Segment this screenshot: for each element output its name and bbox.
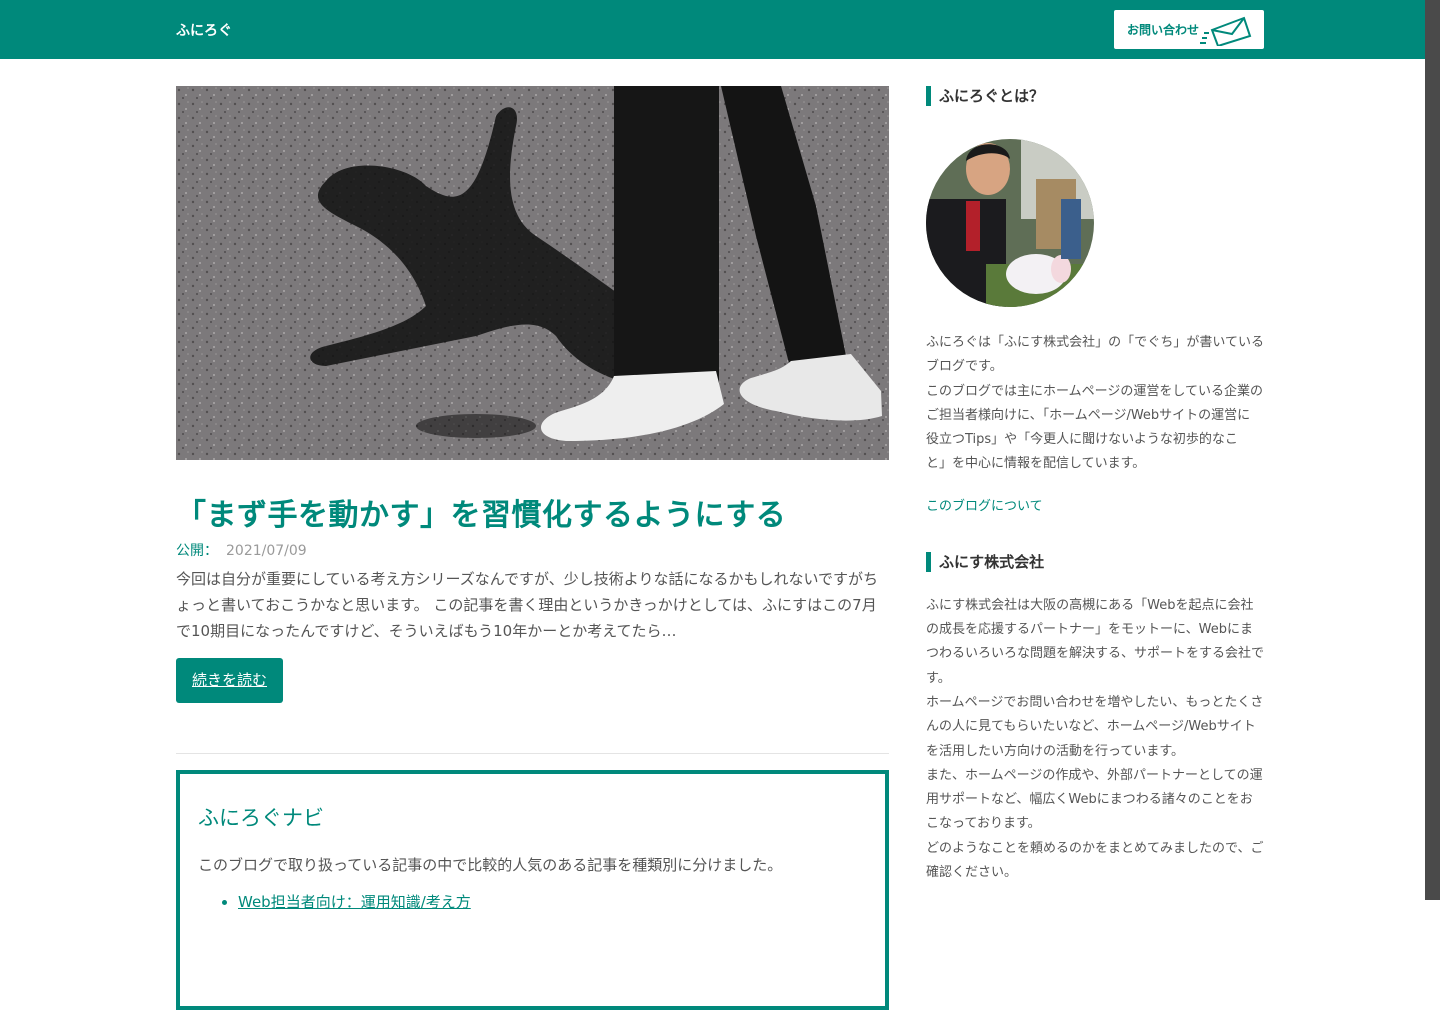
- contact-button-label: お問い合わせ: [1127, 23, 1200, 37]
- scrollbar[interactable]: [1425, 0, 1440, 900]
- company-line: 用サポートなど、幅広くWebにまつわる諸々のことをお: [926, 792, 1253, 808]
- company-widget-title: ふにす株式会社: [926, 551, 1264, 572]
- navi-list-item: Web担当者向け：運用知識/考え方: [238, 891, 867, 912]
- company-line: す。: [926, 670, 951, 686]
- about-widget-title: ふにろぐとは？: [926, 86, 1264, 106]
- site-header: ふにろぐ お問い合わせ: [0, 0, 1425, 59]
- sidebar: ふにろぐとは？ ふにろぐは「ふにす株式会社」の「でぐち」が書いている ブログです…: [926, 86, 1264, 885]
- about-line: このブログでは主にホームページの運営をしている企業の: [926, 383, 1263, 399]
- funilog-navi-box: ふにろぐナビ このブログで取り扱っている記事の中で比較的人気のある記事を種類別に…: [176, 770, 889, 1010]
- company-line: 確認ください。: [926, 865, 1018, 881]
- company-text: ふにす株式会社は大阪の高槻にある「Webを起点に会社 の成長を応援するパートナー…: [926, 594, 1264, 886]
- post-date: 公開： 2021/07/09: [176, 540, 889, 560]
- main-content: 「まず手を動かす」を習慣化するようにする 公開： 2021/07/09 今回は自分…: [176, 86, 889, 1010]
- navi-list: Web担当者向け：運用知識/考え方: [198, 891, 867, 912]
- about-line: ふにろぐは「ふにす株式会社」の「でぐち」が書いている: [926, 335, 1265, 350]
- about-line: ご担当者様向けに、「ホームページ/Webサイトの運営に: [926, 407, 1251, 423]
- site-title[interactable]: ふにろぐ: [176, 20, 232, 40]
- post-title[interactable]: 「まず手を動かす」を習慣化するようにする: [176, 490, 889, 534]
- company-line: ホームページでお問い合わせを増やしたい、もっとたくさ: [926, 694, 1264, 710]
- about-line: と」を中心に情報を配信しています。: [926, 456, 1146, 472]
- about-line: ブログです。: [926, 359, 1003, 375]
- hero-image[interactable]: [176, 86, 889, 460]
- about-line: 役立つTips」や「今更人に聞けないような初歩的なこ: [926, 432, 1238, 448]
- post-date-value: 2021/07/09: [226, 543, 307, 559]
- about-text: ふにろぐは「ふにす株式会社」の「でぐち」が書いている ブログです。 このブログで…: [926, 331, 1264, 477]
- company-line: を活用したい方向けの活動を行っています。: [926, 743, 1185, 759]
- envelope-icon: [1200, 16, 1252, 46]
- post-date-label: 公開：: [176, 543, 218, 559]
- contact-button[interactable]: お問い合わせ: [1114, 10, 1264, 49]
- navi-link-web-staff[interactable]: Web担当者向け：運用知識/考え方: [238, 893, 471, 911]
- divider: [176, 753, 889, 754]
- company-line: んの人に見てもらいたいなど、ホームページ/Webサイト: [926, 719, 1256, 735]
- company-line: の成長を応援するパートナー」をモットーに、Webにま: [926, 622, 1253, 638]
- company-line: つわるいろいろな問題を解決する、サポートをする会社で: [926, 646, 1265, 662]
- company-line: こなっております。: [926, 816, 1041, 832]
- company-line: どのようなことを頼めるのかをまとめてみましたので、ご: [926, 840, 1264, 856]
- about-blog-link[interactable]: このブログについて: [926, 495, 1264, 514]
- profile-photo: [926, 139, 1094, 307]
- navi-description: このブログで取り扱っている記事の中で比較的人気のある記事を種類別に分けました。: [198, 856, 783, 874]
- post-excerpt: 今回は自分が重要にしている考え方シリーズなんですが、少し技術よりな話になるかもし…: [176, 570, 879, 640]
- company-line: ふにす株式会社は大阪の高槻にある「Webを起点に会社: [926, 597, 1254, 613]
- navi-title: ふにろぐナビ: [198, 806, 324, 830]
- read-more-button[interactable]: 続きを読む: [176, 658, 284, 703]
- company-line: また、ホームページの作成や、外部パートナーとしての運: [926, 767, 1263, 783]
